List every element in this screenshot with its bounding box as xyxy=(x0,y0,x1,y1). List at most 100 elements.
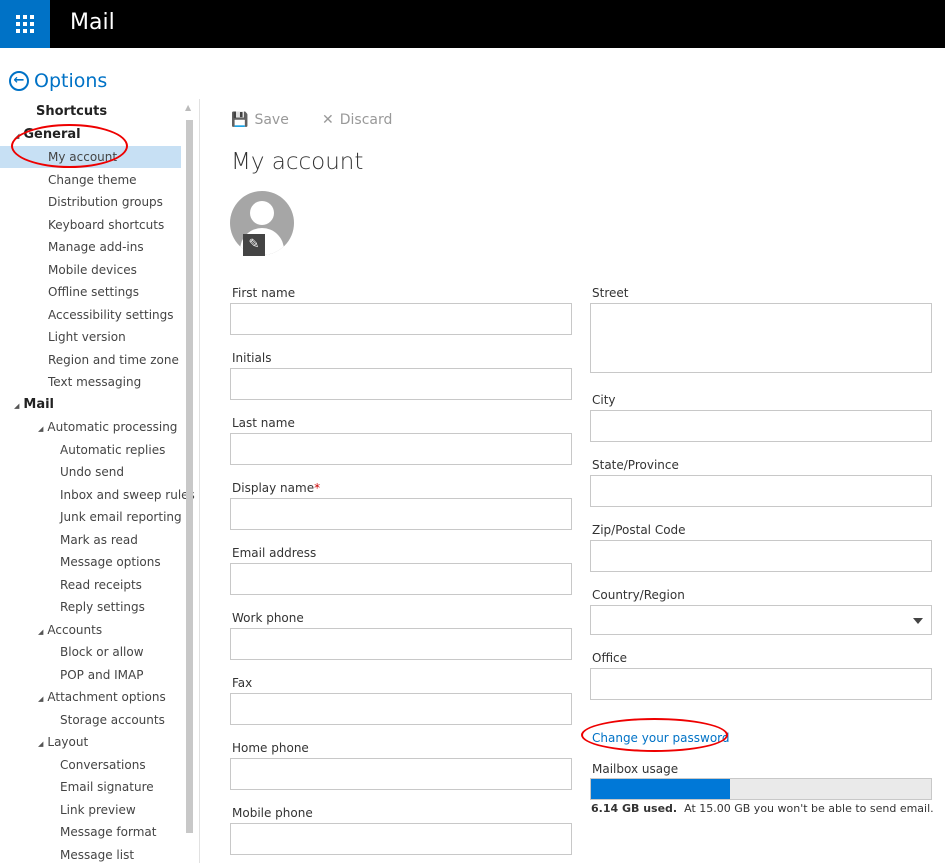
work-phone-label: Work phone xyxy=(232,611,304,625)
first-name-input[interactable] xyxy=(230,303,572,335)
sidebar-item-pop-and-imap[interactable]: POP and IMAP xyxy=(0,664,143,686)
options-title: Options xyxy=(34,70,108,92)
sidebar-item-label: Automatic processing xyxy=(47,420,178,434)
expand-triangle-icon[interactable]: ◢ xyxy=(38,740,43,748)
expand-triangle-icon[interactable]: ◢ xyxy=(38,695,43,703)
annotation-circle xyxy=(11,124,128,168)
sidebar-item-label: Automatic replies xyxy=(60,442,166,457)
sidebar-item-label: Email signature xyxy=(60,780,154,794)
sidebar-item-label: Attachment options xyxy=(47,690,166,704)
email-address-input[interactable] xyxy=(230,563,572,595)
sidebar-item-block-or-allow[interactable]: Block or allow xyxy=(0,641,144,663)
sidebar-item-distribution-groups[interactable]: Distribution groups xyxy=(0,191,163,213)
sidebar-item-label: Mail xyxy=(23,396,55,412)
sidebar-item-label: Storage accounts xyxy=(60,712,165,727)
mailbox-usage-fill xyxy=(591,779,731,799)
sidebar-item-label: Manage add-ins xyxy=(48,240,144,254)
chevron-down-icon xyxy=(913,618,923,624)
sidebar-item-email-signature[interactable]: Email signature xyxy=(0,776,154,798)
sidebar-item-change-theme[interactable]: Change theme xyxy=(0,169,137,191)
zip-postal-code-input[interactable] xyxy=(590,540,932,572)
sidebar-item-message-list[interactable]: Message list xyxy=(0,844,134,866)
expand-triangle-icon[interactable]: ◢ xyxy=(38,425,43,433)
sidebar-item-automatic-processing[interactable]: ◢ Automatic processing xyxy=(0,416,177,438)
sidebar-item-offline-settings[interactable]: Offline settings xyxy=(0,281,139,303)
zip-postal-code-label: Zip/Postal Code xyxy=(592,523,686,537)
back-arrow-icon: ← xyxy=(9,71,29,91)
page-title: My account xyxy=(231,149,364,175)
app-title: Mail xyxy=(70,10,115,35)
sidebar-item-label: Offline settings xyxy=(48,285,140,299)
sidebar-item-label: Inbox and sweep rules xyxy=(60,487,195,502)
work-phone-input[interactable] xyxy=(230,628,572,660)
discard-button[interactable]: ✕ Discard xyxy=(322,112,392,128)
fax-input[interactable] xyxy=(230,693,572,725)
sidebar-item-message-format[interactable]: Message format xyxy=(0,821,156,843)
sidebar-item-label: Message format xyxy=(60,825,157,839)
sidebar-item-label: Light version xyxy=(48,330,126,344)
options-back-button[interactable]: ← Options xyxy=(9,70,107,92)
state-province-input[interactable] xyxy=(590,475,932,507)
expand-triangle-icon[interactable]: ◢ xyxy=(14,402,19,410)
sidebar-item-undo-send[interactable]: Undo send xyxy=(0,461,124,483)
sidebar-item-message-options[interactable]: Message options xyxy=(0,551,161,573)
sidebar-item-reply-settings[interactable]: Reply settings xyxy=(0,596,145,618)
sidebar-item-mail[interactable]: ◢ Mail xyxy=(0,394,54,416)
sidebar-item-light-version[interactable]: Light version xyxy=(0,326,126,348)
mailbox-usage-label: Mailbox usage xyxy=(592,762,679,776)
sidebar-item-conversations[interactable]: Conversations xyxy=(0,754,146,776)
scroll-up-icon[interactable]: ▲ xyxy=(185,103,191,112)
sidebar-item-label: Message list xyxy=(60,847,135,862)
initials-input[interactable] xyxy=(230,368,572,400)
app-launcher-icon[interactable] xyxy=(0,0,50,48)
sidebar-item-junk-email-reporting[interactable]: Junk email reporting xyxy=(0,506,182,528)
sidebar-item-text-messaging[interactable]: Text messaging xyxy=(0,371,141,393)
required-mark: * xyxy=(314,481,321,495)
save-icon: 💾 xyxy=(231,112,249,128)
office-input[interactable] xyxy=(590,668,932,700)
sidebar-item-link-preview[interactable]: Link preview xyxy=(0,799,136,821)
last-name-label: Last name xyxy=(232,416,295,430)
email-address-label: Email address xyxy=(232,546,317,560)
sidebar-item-manage-add-ins[interactable]: Manage add-ins xyxy=(0,236,144,258)
mailbox-usage-text: 6.14 GB used. At 15.00 GB you won't be a… xyxy=(591,802,934,815)
sidebar-item-inbox-and-sweep-rules[interactable]: Inbox and sweep rules xyxy=(0,484,195,506)
sidebar-item-label: Region and time zone xyxy=(48,352,179,367)
mobile-phone-input[interactable] xyxy=(230,823,572,855)
expand-triangle-icon[interactable]: ◢ xyxy=(38,628,43,636)
sidebar-item-keyboard-shortcuts[interactable]: Keyboard shortcuts xyxy=(0,214,164,236)
sidebar-item-region-and-time-zone[interactable]: Region and time zone xyxy=(0,349,179,371)
sidebar-item-mobile-devices[interactable]: Mobile devices xyxy=(0,259,137,281)
sidebar-item-label: Reply settings xyxy=(60,600,145,614)
mailbox-usage-bar xyxy=(590,778,932,800)
sidebar-item-read-receipts[interactable]: Read receipts xyxy=(0,574,142,596)
sidebar-item-label: Accessibility settings xyxy=(48,307,174,322)
sidebar-item-attachment-options[interactable]: ◢ Attachment options xyxy=(0,686,166,708)
home-phone-input[interactable] xyxy=(230,758,572,790)
sidebar-item-accessibility-settings[interactable]: Accessibility settings xyxy=(0,304,174,326)
last-name-input[interactable] xyxy=(230,433,572,465)
save-button[interactable]: 💾 Save xyxy=(231,112,289,128)
sidebar-item-label: Conversations xyxy=(60,757,146,772)
sidebar-item-storage-accounts[interactable]: Storage accounts xyxy=(0,709,165,731)
annotation-circle xyxy=(581,718,728,752)
city-input[interactable] xyxy=(590,410,932,442)
country-region-dropdown[interactable] xyxy=(590,605,932,635)
sidebar-item-label: Accounts xyxy=(47,622,103,637)
top-bar: Mail xyxy=(0,0,945,48)
display-name-label: Display name* xyxy=(232,481,321,495)
street-input[interactable] xyxy=(590,303,932,373)
display-name-input[interactable] xyxy=(230,498,572,530)
sidebar-item-label: Text messaging xyxy=(48,375,142,389)
close-icon: ✕ xyxy=(322,112,334,128)
sidebar-item-shortcuts[interactable]: Shortcuts xyxy=(0,101,107,123)
sidebar-item-automatic-replies[interactable]: Automatic replies xyxy=(0,439,165,461)
sidebar-item-accounts[interactable]: ◢ Accounts xyxy=(0,619,102,641)
sidebar-scrollbar[interactable] xyxy=(186,120,193,833)
sidebar-item-layout[interactable]: ◢ Layout xyxy=(0,731,88,753)
sidebar-item-label: Distribution groups xyxy=(48,195,163,209)
sidebar-item-mark-as-read[interactable]: Mark as read xyxy=(0,529,138,551)
edit-pencil-icon[interactable]: ✎ xyxy=(243,234,265,256)
sidebar-item-label: Shortcuts xyxy=(36,104,108,119)
initials-label: Initials xyxy=(232,351,272,365)
